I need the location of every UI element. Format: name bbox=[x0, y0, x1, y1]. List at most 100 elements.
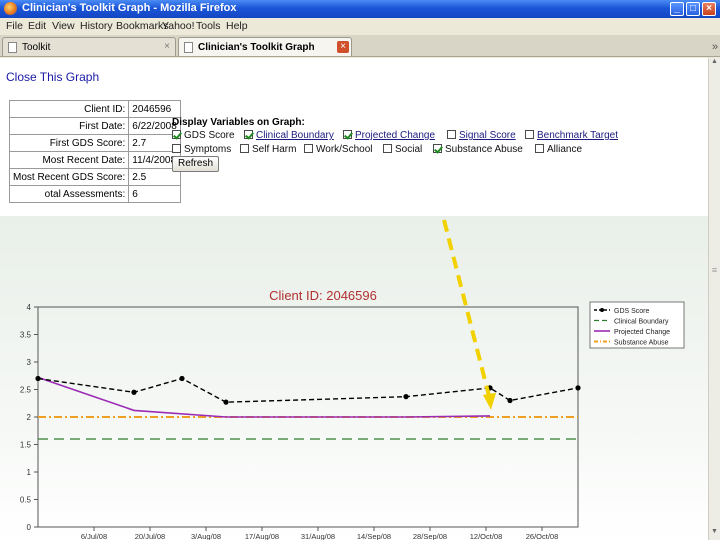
checkbox-label: Alliance bbox=[547, 144, 583, 155]
checkbox-label: Social bbox=[395, 144, 423, 155]
close-graph-link[interactable]: Close This Graph bbox=[6, 70, 99, 84]
checkbox-signal-score[interactable]: Signal Score bbox=[447, 130, 516, 141]
checkbox-social[interactable]: Social bbox=[383, 144, 422, 155]
table-row: First Date: 6/22/2008 bbox=[8, 117, 181, 135]
client-info-table: Client ID: 2046596 First Date: 6/22/2008 F… bbox=[8, 100, 181, 203]
tab-graph[interactable]: Clinician's Toolkit Graph × bbox=[178, 37, 352, 56]
checkbox-box[interactable] bbox=[240, 144, 249, 153]
checkbox-box[interactable] bbox=[383, 144, 392, 153]
checkbox-label[interactable]: Signal Score bbox=[459, 130, 516, 141]
checkbox-self-harm[interactable]: Self Harm bbox=[240, 144, 296, 155]
x-tick-label: 17/Aug/08 bbox=[245, 532, 279, 540]
scroll-grip-icon[interactable]: ≡ bbox=[709, 265, 720, 277]
menu-view[interactable]: View bbox=[52, 20, 75, 32]
page-content: Close This Graph Client ID: 2046596 First… bbox=[0, 58, 708, 540]
info-label: First GDS Score: bbox=[8, 134, 130, 152]
checkbox-box[interactable] bbox=[447, 130, 456, 139]
menu-bar: File Edit View History Bookmarks Yahoo! … bbox=[0, 18, 720, 35]
refresh-button[interactable]: Refresh bbox=[172, 156, 219, 172]
legend-label: GDS Score bbox=[614, 308, 650, 315]
vertical-scrollbar[interactable]: ▲ ≡ ▼ bbox=[708, 58, 720, 540]
menu-edit[interactable]: Edit bbox=[28, 20, 46, 32]
info-label: First Date: bbox=[8, 117, 130, 135]
checkbox-substance-abuse[interactable]: Substance Abuse bbox=[433, 144, 523, 155]
x-tick-label: 31/Aug/08 bbox=[301, 532, 335, 540]
checkbox-box[interactable] bbox=[172, 130, 181, 139]
checkbox-symptoms[interactable]: Symptoms bbox=[172, 144, 231, 155]
info-label: otal Assessments: bbox=[8, 185, 130, 203]
table-row: Most Recent GDS Score: 2.5 bbox=[8, 168, 181, 186]
y-tick-label: 0.5 bbox=[20, 496, 32, 505]
close-tab-icon[interactable]: × bbox=[161, 41, 173, 53]
close-window-button[interactable]: × bbox=[702, 2, 716, 16]
x-tick-label: 6/Jul/08 bbox=[81, 532, 107, 540]
checkbox-projected-change[interactable]: Projected Change bbox=[343, 130, 435, 141]
table-row: First GDS Score: 2.7 bbox=[8, 134, 181, 152]
series-line-gds-score bbox=[37, 377, 579, 403]
checkbox-label[interactable]: Benchmark Target bbox=[537, 130, 618, 141]
legend-label: Clinical Boundary bbox=[614, 319, 669, 326]
y-tick-label: 1 bbox=[27, 468, 32, 477]
annotation-arrow-head bbox=[483, 392, 496, 410]
y-tick-label: 2 bbox=[27, 413, 32, 422]
tab-bar: Toolkit × Clinician's Toolkit Graph × » bbox=[0, 35, 720, 57]
x-tick-label: 12/Oct/08 bbox=[470, 532, 503, 540]
page-icon bbox=[8, 42, 17, 53]
y-tick-label: 2.5 bbox=[20, 386, 32, 395]
scroll-down-icon[interactable]: ▼ bbox=[709, 528, 720, 540]
table-row: Client ID: 2046596 bbox=[8, 100, 181, 118]
y-tick-label: 1.5 bbox=[20, 441, 32, 450]
checkbox-box[interactable] bbox=[535, 144, 544, 153]
tab-list-icon[interactable]: » bbox=[712, 41, 718, 53]
scroll-up-icon[interactable]: ▲ bbox=[709, 58, 720, 70]
y-tick-label: 4 bbox=[27, 303, 32, 312]
checkbox-alliance[interactable]: Alliance bbox=[535, 144, 582, 155]
close-tab-icon[interactable]: × bbox=[337, 41, 349, 53]
menu-file[interactable]: File bbox=[6, 20, 23, 32]
checkbox-box[interactable] bbox=[244, 130, 253, 139]
gds-chart: Client ID: 2046596 0 0.5 1 1.5 2 2.5 3 3.5 4 6/Jul… bbox=[20, 219, 685, 540]
window-title: Clinician's Toolkit Graph - Mozilla Fire… bbox=[22, 2, 237, 14]
checkbox-label[interactable]: Projected Change bbox=[355, 130, 435, 141]
firefox-logo-icon bbox=[4, 2, 17, 15]
checkbox-box[interactable] bbox=[304, 144, 313, 153]
data-point bbox=[223, 399, 229, 405]
x-tick-label: 3/Aug/08 bbox=[191, 532, 221, 540]
data-point bbox=[507, 397, 513, 404]
data-point bbox=[575, 385, 581, 391]
page-icon bbox=[184, 42, 193, 53]
chart-area: Client ID: 2046596 0 0.5 1 1.5 2 2.5 3 3.5 4 6/Jul… bbox=[0, 216, 708, 540]
info-label: Most Recent Date: bbox=[8, 151, 130, 169]
data-point bbox=[403, 394, 409, 400]
checkbox-gds-score[interactable]: GDS Score bbox=[172, 130, 235, 141]
checkbox-label[interactable]: Clinical Boundary bbox=[256, 130, 334, 141]
tab-label: Clinician's Toolkit Graph bbox=[198, 42, 315, 53]
checkbox-box[interactable] bbox=[172, 144, 181, 153]
checkbox-label: Substance Abuse bbox=[445, 144, 523, 155]
data-point bbox=[35, 375, 41, 382]
maximize-button[interactable]: □ bbox=[686, 2, 700, 16]
series-line-projected-change bbox=[37, 376, 491, 418]
checkbox-clinical-boundary[interactable]: Clinical Boundary bbox=[244, 130, 334, 141]
x-tick-label: 26/Oct/08 bbox=[526, 532, 559, 540]
legend-label: Projected Change bbox=[614, 329, 670, 336]
checkbox-box[interactable] bbox=[343, 130, 352, 139]
minimize-button[interactable]: _ bbox=[670, 2, 684, 16]
annotation-arrow-line bbox=[442, 219, 491, 397]
y-tick-label: 0 bbox=[27, 523, 32, 532]
table-row: Most Recent Date: 11/4/2008 bbox=[8, 151, 181, 169]
checkbox-label: GDS Score bbox=[184, 130, 235, 141]
tab-toolkit[interactable]: Toolkit × bbox=[2, 37, 176, 56]
x-tick-label: 14/Sep/08 bbox=[357, 532, 391, 540]
checkbox-benchmark-target[interactable]: Benchmark Target bbox=[525, 130, 618, 141]
menu-help[interactable]: Help bbox=[226, 20, 248, 32]
checkbox-box[interactable] bbox=[433, 144, 442, 153]
menu-history[interactable]: History bbox=[80, 20, 113, 32]
x-tick-label: 28/Sep/08 bbox=[413, 532, 447, 540]
menu-bookmarks[interactable]: Bookmarks bbox=[116, 20, 169, 32]
info-label: Client ID: bbox=[8, 100, 130, 118]
menu-tools[interactable]: Tools bbox=[196, 20, 221, 32]
checkbox-work-school[interactable]: Work/School bbox=[304, 144, 373, 155]
checkbox-box[interactable] bbox=[525, 130, 534, 139]
menu-yahoo[interactable]: Yahoo! bbox=[162, 20, 195, 32]
